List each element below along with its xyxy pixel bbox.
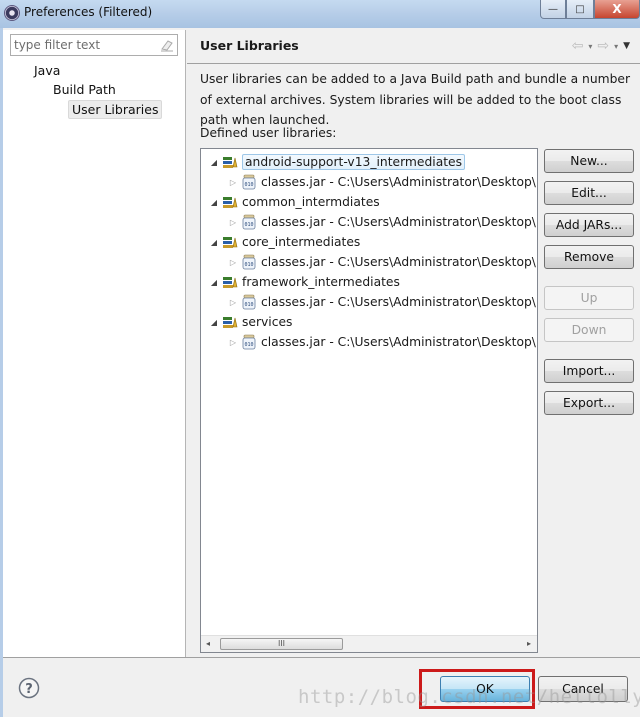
minimize-icon: — bbox=[548, 3, 558, 15]
page-navigation: ⇦ ▾ ⇨ ▾ ▼ bbox=[572, 38, 630, 54]
close-icon: X bbox=[612, 2, 622, 16]
user-libraries-page: User Libraries ⇦ ▾ ⇨ ▾ ▼ User libraries … bbox=[187, 30, 640, 657]
svg-text:010: 010 bbox=[244, 342, 253, 348]
collapse-toggle-icon[interactable]: ▷ bbox=[228, 178, 238, 187]
title-separator bbox=[187, 63, 640, 64]
up-button[interactable]: Up bbox=[544, 286, 634, 310]
library-name: services bbox=[242, 315, 293, 329]
ok-button[interactable]: OK bbox=[440, 676, 530, 702]
button-bar-separator bbox=[3, 657, 640, 658]
jar-entry-label: classes.jar - C:\Users\Administrator\Des… bbox=[261, 335, 538, 349]
jar-icon: 010 bbox=[242, 214, 256, 230]
page-title: User Libraries bbox=[200, 38, 299, 53]
jar-icon: 010 bbox=[242, 254, 256, 270]
library-row[interactable]: ◢ services bbox=[209, 312, 293, 332]
jar-entry-label: classes.jar - C:\Users\Administrator\Des… bbox=[261, 215, 538, 229]
expand-toggle-icon[interactable]: ◢ bbox=[209, 158, 219, 167]
svg-text:010: 010 bbox=[244, 302, 253, 308]
jar-entry-row[interactable]: ▷ 010 classes.jar - C:\Users\Administrator… bbox=[228, 332, 538, 352]
library-name: android-support-v13_intermediates bbox=[242, 154, 466, 170]
collapse-toggle-icon[interactable]: ▷ bbox=[228, 338, 238, 347]
close-button[interactable]: X bbox=[594, 0, 640, 19]
maximize-button[interactable]: □ bbox=[566, 0, 594, 19]
library-icon bbox=[223, 237, 238, 248]
collapse-toggle-icon[interactable]: ▷ bbox=[228, 258, 238, 267]
expand-toggle-icon[interactable]: ◢ bbox=[209, 198, 219, 207]
library-name: core_intermediates bbox=[242, 235, 361, 249]
edit-button[interactable]: Edit... bbox=[544, 181, 634, 205]
collapse-toggle-icon[interactable]: ▷ bbox=[228, 218, 238, 227]
svg-text:010: 010 bbox=[244, 182, 253, 188]
expand-toggle-icon[interactable]: ◢ bbox=[209, 278, 219, 287]
export-button[interactable]: Export... bbox=[544, 391, 634, 415]
svg-text:?: ? bbox=[25, 682, 33, 697]
expand-toggle-icon[interactable]: ◢ bbox=[209, 318, 219, 327]
help-icon[interactable]: ? bbox=[18, 677, 40, 699]
scroll-left-icon[interactable]: ◂ bbox=[206, 639, 210, 648]
eclipse-app-icon bbox=[4, 5, 20, 21]
forward-dropdown-icon[interactable]: ▾ bbox=[614, 42, 618, 51]
nav-item-build-path[interactable]: Build Path bbox=[53, 82, 116, 97]
jar-entry-row[interactable]: ▷ 010 classes.jar - C:\Users\Administrator… bbox=[228, 292, 538, 312]
filter-input[interactable] bbox=[11, 35, 151, 55]
user-libraries-tree[interactable]: ◢ android-support-v13_intermediates ▷ 010 cl… bbox=[200, 148, 538, 653]
scrollbar-thumb[interactable]: III bbox=[220, 638, 343, 650]
jar-entry-label: classes.jar - C:\Users\Administrator\Des… bbox=[261, 255, 538, 269]
back-arrow-icon[interactable]: ⇦ bbox=[572, 38, 584, 54]
library-row[interactable]: ◢ common_intermdiates bbox=[209, 192, 380, 212]
title-bar: Preferences (Filtered) — □ X bbox=[0, 0, 640, 28]
nav-item-user-libraries[interactable]: User Libraries bbox=[68, 100, 163, 119]
svg-text:010: 010 bbox=[244, 222, 253, 228]
library-row[interactable]: ◢ core_intermediates bbox=[209, 232, 360, 252]
back-dropdown-icon[interactable]: ▾ bbox=[588, 42, 592, 51]
page-description: User libraries can be added to a Java Bu… bbox=[200, 72, 631, 127]
window-title: Preferences (Filtered) bbox=[24, 5, 153, 19]
library-icon bbox=[223, 157, 238, 168]
remove-button[interactable]: Remove bbox=[544, 245, 634, 269]
scroll-right-icon[interactable]: ▸ bbox=[527, 639, 531, 648]
library-name: common_intermdiates bbox=[242, 195, 380, 209]
library-icon bbox=[223, 277, 238, 288]
window-controls: — □ X bbox=[540, 0, 640, 20]
preference-tree-pane: Java Build Path User Libraries bbox=[3, 30, 186, 657]
jar-icon: 010 bbox=[242, 174, 256, 190]
maximize-icon: □ bbox=[575, 3, 585, 15]
down-button[interactable]: Down bbox=[544, 318, 634, 342]
jar-icon: 010 bbox=[242, 334, 256, 350]
cancel-button[interactable]: Cancel bbox=[538, 676, 628, 702]
new-button[interactable]: New... bbox=[544, 149, 634, 173]
jar-entry-label: classes.jar - C:\Users\Administrator\Des… bbox=[261, 295, 538, 309]
collapse-toggle-icon[interactable]: ▷ bbox=[228, 298, 238, 307]
jar-entry-label: classes.jar - C:\Users\Administrator\Des… bbox=[261, 175, 538, 189]
import-button[interactable]: Import... bbox=[544, 359, 634, 383]
jar-entry-row[interactable]: ▷ 010 classes.jar - C:\Users\Administrator… bbox=[228, 252, 538, 272]
library-row[interactable]: ◢ framework_intermediates bbox=[209, 272, 400, 292]
library-row[interactable]: ◢ android-support-v13_intermediates bbox=[209, 152, 466, 172]
view-menu-icon[interactable]: ▼ bbox=[623, 41, 630, 51]
library-icon bbox=[223, 197, 238, 208]
defined-libraries-label: Defined user libraries: bbox=[200, 126, 337, 140]
add-jars-button[interactable]: Add JARs... bbox=[544, 213, 634, 237]
jar-entry-row[interactable]: ▷ 010 classes.jar - C:\Users\Administrator… bbox=[228, 172, 538, 192]
expand-toggle-icon[interactable]: ◢ bbox=[209, 238, 219, 247]
library-name: framework_intermediates bbox=[242, 275, 400, 289]
clear-filter-icon[interactable] bbox=[160, 38, 174, 52]
forward-arrow-icon[interactable]: ⇨ bbox=[597, 38, 609, 54]
jar-icon: 010 bbox=[242, 294, 256, 310]
jar-entry-row[interactable]: ▷ 010 classes.jar - C:\Users\Administrator… bbox=[228, 212, 538, 232]
horizontal-scrollbar[interactable]: ◂ III ▸ bbox=[201, 635, 537, 652]
filter-field[interactable] bbox=[10, 34, 178, 56]
library-icon bbox=[223, 317, 238, 328]
svg-text:010: 010 bbox=[244, 262, 253, 268]
minimize-button[interactable]: — bbox=[540, 0, 566, 19]
nav-item-java[interactable]: Java bbox=[34, 63, 60, 78]
